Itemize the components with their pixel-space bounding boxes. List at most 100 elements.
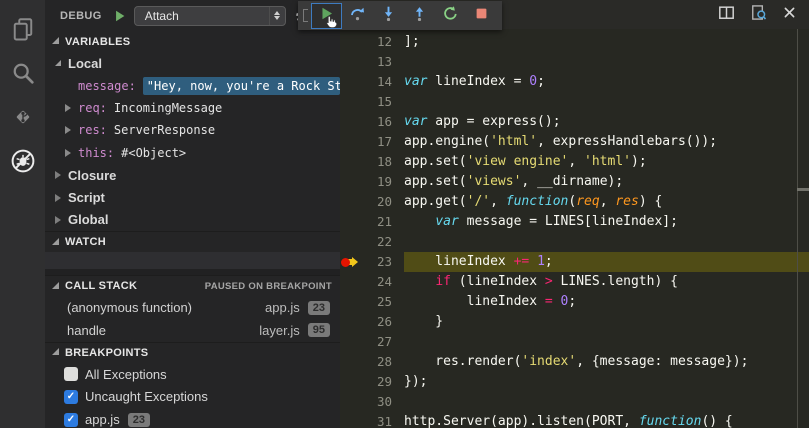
code-text: var app = express(); <box>404 112 809 132</box>
editor-gutter[interactable]: 30 <box>340 392 404 412</box>
activity-bar-item-source-control[interactable] <box>0 97 45 141</box>
breakpoints-section-header[interactable]: BREAKPOINTS <box>45 342 340 363</box>
editor-gutter[interactable]: 16 <box>340 112 404 132</box>
call-stack-frame[interactable]: handlelayer.js95 <box>45 319 340 342</box>
editor-gutter[interactable]: 19 <box>340 172 404 192</box>
editor-gutter[interactable]: 26 <box>340 312 404 332</box>
code-line[interactable]: 13 <box>340 52 809 72</box>
breakpoint-margin[interactable] <box>340 32 358 52</box>
step-into-button[interactable] <box>373 3 404 29</box>
editor-gutter[interactable]: 23 <box>340 252 404 272</box>
breakpoint-margin[interactable] <box>340 112 358 132</box>
code-line[interactable]: 25 lineIndex = 0; <box>340 292 809 312</box>
breakpoint-margin[interactable] <box>340 272 358 292</box>
code-area[interactable]: 12];1314var lineIndex = 0;1516var app = … <box>340 29 809 428</box>
editor-gutter[interactable]: 29 <box>340 372 404 392</box>
overview-ruler[interactable] <box>797 29 798 428</box>
breakpoint-margin[interactable] <box>340 312 358 332</box>
variables-scope-row[interactable]: Global <box>45 209 340 231</box>
code-line[interactable]: 19app.set('views', __dirname); <box>340 172 809 192</box>
open-preview-button[interactable] <box>750 4 767 26</box>
breakpoint-checkbox[interactable] <box>64 367 78 381</box>
step-over-button[interactable] <box>342 3 373 29</box>
variable-value[interactable]: "Hey, now, you're a Rock Star… <box>143 77 340 95</box>
code-line[interactable]: 15 <box>340 92 809 112</box>
code-line[interactable]: 23 lineIndex += 1; <box>340 252 809 272</box>
breakpoint-margin[interactable] <box>340 412 358 428</box>
editor-gutter[interactable]: 22 <box>340 232 404 252</box>
activity-bar-item-search[interactable] <box>0 53 45 97</box>
code-line[interactable]: 12]; <box>340 32 809 52</box>
breakpoint-margin[interactable] <box>340 352 358 372</box>
breakpoint-checkbox[interactable]: ✓ <box>64 413 78 427</box>
breakpoint-margin[interactable] <box>340 52 358 72</box>
editor-gutter[interactable]: 12 <box>340 32 404 52</box>
variable-row[interactable]: this:#<Object> <box>45 142 340 164</box>
code-line[interactable]: 27 <box>340 332 809 352</box>
watch-empty-area[interactable] <box>45 252 340 269</box>
code-line[interactable]: 30 <box>340 392 809 412</box>
code-line[interactable]: 14var lineIndex = 0; <box>340 72 809 92</box>
breakpoint-margin[interactable] <box>340 212 358 232</box>
code-line[interactable]: 21 var message = LINES[lineIndex]; <box>340 212 809 232</box>
code-line[interactable]: 31http.Server(app).listen(PORT, function… <box>340 412 809 428</box>
code-line[interactable]: 17app.engine('html', expressHandlebars()… <box>340 132 809 152</box>
call-stack-section-header[interactable]: CALL STACK PAUSED ON BREAKPOINT <box>45 275 340 296</box>
breakpoint-margin[interactable] <box>340 92 358 112</box>
breakpoint-row[interactable]: ✓Uncaught Exceptions <box>45 386 340 409</box>
editor-gutter[interactable]: 25 <box>340 292 404 312</box>
step-out-button[interactable] <box>404 3 435 29</box>
code-line[interactable]: 24 if (lineIndex > LINES.length) { <box>340 272 809 292</box>
code-line[interactable]: 28 res.render('index', {message: message… <box>340 352 809 372</box>
launch-config-dropdown[interactable]: Attach <box>134 6 286 26</box>
breakpoint-margin[interactable] <box>340 192 358 212</box>
breakpoint-margin[interactable] <box>340 152 358 172</box>
breakpoint-margin[interactable] <box>340 72 358 92</box>
editor-gutter[interactable]: 24 <box>340 272 404 292</box>
editor-gutter[interactable]: 18 <box>340 152 404 172</box>
breakpoint-margin[interactable] <box>340 172 358 192</box>
code-line[interactable]: 29}); <box>340 372 809 392</box>
breakpoint-margin[interactable] <box>340 232 358 252</box>
breakpoint-checkbox[interactable]: ✓ <box>64 390 78 404</box>
editor-gutter[interactable]: 14 <box>340 72 404 92</box>
variables-section-header[interactable]: VARIABLES <box>45 31 340 52</box>
editor-gutter[interactable]: 31 <box>340 412 404 428</box>
breakpoint-margin[interactable] <box>340 132 358 152</box>
editor-gutter[interactable]: 28 <box>340 352 404 372</box>
editor-gutter[interactable]: 20 <box>340 192 404 212</box>
code-line[interactable]: 16var app = express(); <box>340 112 809 132</box>
editor-gutter[interactable]: 15 <box>340 92 404 112</box>
activity-bar-item-explorer[interactable] <box>0 9 45 53</box>
breakpoint-margin[interactable] <box>340 292 358 312</box>
editor-gutter[interactable]: 13 <box>340 52 404 72</box>
start-debug-icon[interactable] <box>113 9 127 23</box>
code-line[interactable]: 22 <box>340 232 809 252</box>
breakpoint-margin[interactable] <box>340 372 358 392</box>
variables-scope-row[interactable]: Local <box>45 52 340 74</box>
breakpoint-row[interactable]: ✓app.js23 <box>45 408 340 428</box>
variables-scope-row[interactable]: Closure <box>45 164 340 186</box>
code-line[interactable]: 18app.set('view engine', 'html'); <box>340 152 809 172</box>
call-stack-frame[interactable]: (anonymous function)app.js23 <box>45 296 340 319</box>
code-line[interactable]: 26 } <box>340 312 809 332</box>
breakpoint-margin[interactable] <box>340 252 358 272</box>
variable-row[interactable]: message:"Hey, now, you're a Rock Star… <box>45 74 340 96</box>
watch-section-header[interactable]: WATCH <box>45 231 340 252</box>
restart-button[interactable] <box>435 3 466 29</box>
code-line[interactable]: 20app.get('/', function(req, res) { <box>340 192 809 212</box>
variable-row[interactable]: res:ServerResponse <box>45 119 340 141</box>
continue-button[interactable] <box>311 3 342 29</box>
stop-button[interactable] <box>466 3 497 29</box>
variable-row[interactable]: req:IncomingMessage <box>45 97 340 119</box>
breakpoint-margin[interactable] <box>340 332 358 352</box>
close-button[interactable] <box>782 5 797 25</box>
editor-gutter[interactable]: 27 <box>340 332 404 352</box>
editor-gutter[interactable]: 21 <box>340 212 404 232</box>
breakpoint-row[interactable]: All Exceptions <box>45 363 340 386</box>
breakpoint-margin[interactable] <box>340 392 358 412</box>
variables-scope-row[interactable]: Script <box>45 186 340 208</box>
split-editor-button[interactable] <box>718 4 735 26</box>
activity-bar-item-debug[interactable] <box>0 141 45 185</box>
editor-gutter[interactable]: 17 <box>340 132 404 152</box>
